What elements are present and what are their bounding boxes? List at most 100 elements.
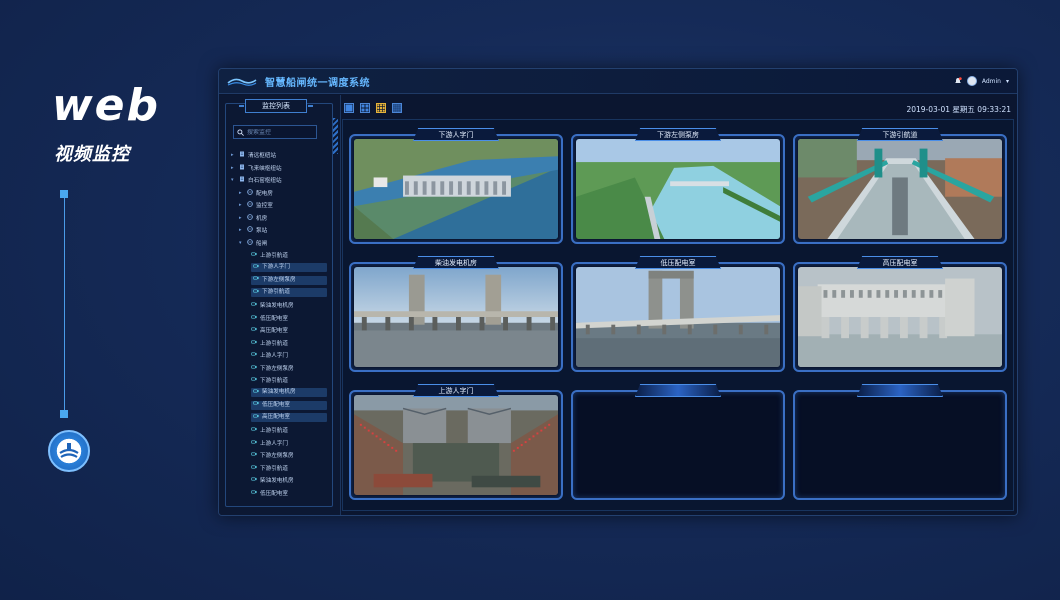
video-feed[interactable]	[576, 395, 780, 495]
ship-logo-icon	[59, 443, 79, 458]
tree-item[interactable]: ▸ 监控室	[231, 199, 329, 212]
video-cell[interactable]: 柴油发电机房	[349, 256, 563, 372]
tree-item[interactable]: 上游人字门	[231, 437, 329, 450]
layout-3x3-button[interactable]	[376, 103, 386, 113]
tree-item[interactable]: 下游左侧泵房	[231, 274, 329, 287]
tree-item-label: 上游人字门	[260, 353, 288, 360]
avatar[interactable]	[966, 76, 977, 86]
tree-item-label: 高压配电室	[262, 414, 290, 421]
tree-item-content: 下游引航道	[251, 464, 288, 472]
tree-item-label: 上游引航道	[260, 340, 288, 347]
globe-icon	[247, 201, 253, 209]
tree-item-label: 下游左侧泵房	[262, 276, 296, 283]
chevron-right-icon[interactable]: ▸	[231, 152, 236, 158]
tree-item-content: 上游引航道	[251, 339, 288, 347]
tree-item[interactable]: ▸ 飞来峡枢纽站	[231, 162, 329, 175]
video-label: 下游左侧泵房	[635, 128, 721, 141]
camera-icon	[251, 339, 257, 347]
video-cell[interactable]: 低压配电室	[571, 256, 785, 372]
chevron-right-icon[interactable]: ▸	[239, 215, 244, 221]
tree-item[interactable]: ▾ 船闸	[231, 237, 329, 250]
video-feed[interactable]	[576, 139, 780, 239]
video-feed[interactable]	[576, 267, 780, 367]
chevron-right-icon[interactable]: ▸	[239, 227, 244, 233]
tree-item[interactable]: 低压配电室	[231, 312, 329, 325]
tree-item[interactable]: 柴油发电机房	[231, 474, 329, 487]
tree-item[interactable]: 下游引航道	[231, 287, 329, 300]
tree-item[interactable]: 下游人字门	[231, 262, 329, 275]
tree-item[interactable]: 下游左侧泵房	[231, 449, 329, 462]
tree-item-label: 柴油发电机房	[262, 389, 296, 396]
video-feed[interactable]	[354, 395, 558, 495]
tree-item[interactable]: 低压配电室	[231, 487, 329, 500]
globe-icon	[247, 188, 253, 197]
video-feed[interactable]	[798, 267, 1002, 367]
tree-item[interactable]: ▸ 清远枢纽站	[231, 149, 329, 162]
chevron-right-icon[interactable]: ▸	[231, 165, 236, 171]
video-label: 低压配电室	[635, 256, 721, 269]
video-cell[interactable]: 上游人字门	[349, 384, 563, 500]
showcase-subtitle: 视频监控	[54, 144, 130, 165]
chevron-down-icon[interactable]: ▾	[239, 240, 244, 246]
tree-item[interactable]: 下游引航道	[231, 374, 329, 387]
tree-item[interactable]: 低压配电室	[231, 399, 329, 412]
camera-icon	[251, 426, 257, 434]
tree-item[interactable]: ▸ 机房	[231, 212, 329, 225]
video-feed[interactable]	[354, 267, 558, 367]
grid-3x3-icon	[377, 104, 385, 112]
globe-icon	[247, 226, 253, 234]
tree-item[interactable]: ▸ 配电房	[231, 187, 329, 200]
search-icon	[237, 128, 244, 136]
chevron-down-icon[interactable]: ▾	[231, 177, 236, 183]
main-area: 2019-03-01 星期五 09:33:21 下游人字门 下游左侧泵房 下游引…	[342, 95, 1017, 515]
camera-icon	[251, 451, 257, 459]
tree-item-label: 监控室	[256, 203, 273, 210]
layout-2x2-button[interactable]	[360, 103, 370, 113]
chevron-right-icon[interactable]: ▸	[239, 202, 244, 208]
layout-1x1-button[interactable]	[344, 103, 354, 113]
video-cell[interactable]: 下游左侧泵房	[571, 128, 785, 244]
username[interactable]: Admin	[982, 78, 1001, 85]
tree-item[interactable]: ▾ 白石窑枢纽站	[231, 174, 329, 187]
tree-item-content: 上游引航道	[251, 251, 288, 259]
tree-item-content: 监控室	[247, 201, 273, 209]
search-box[interactable]	[233, 125, 317, 139]
tree-item[interactable]: 柴油发电机房	[231, 387, 329, 400]
video-cell[interactable]: 下游引航道	[793, 128, 1007, 244]
tree-item[interactable]: 上游引航道	[231, 424, 329, 437]
video-cell[interactable]: 高压配电室	[793, 256, 1007, 372]
sidebar-heading: 监控列表	[239, 99, 313, 113]
tree-item[interactable]: 下游引航道	[231, 462, 329, 475]
tree-item-content: 下游人字门	[251, 263, 327, 273]
tree-item-label: 低压配电室	[262, 401, 290, 408]
bell-icon[interactable]	[954, 77, 962, 85]
tree-item[interactable]: ▸ 泵站	[231, 224, 329, 237]
tree-item[interactable]: 上游人字门	[231, 349, 329, 362]
tree-item[interactable]: 高压配电室	[231, 324, 329, 337]
tree-item[interactable]: 上游引航道	[231, 249, 329, 262]
tree-item-content: 配电房	[247, 188, 273, 197]
video-feed[interactable]	[798, 139, 1002, 239]
tree-item-label: 下游引航道	[262, 289, 290, 296]
video-label	[635, 384, 721, 397]
tree-item[interactable]: 高压配电室	[231, 412, 329, 425]
tree-item[interactable]: 下游左侧泵房	[231, 362, 329, 375]
empty-video-slot[interactable]	[793, 384, 1007, 500]
video-cell[interactable]: 下游人字门	[349, 128, 563, 244]
tree-item-content: 低压配电室	[251, 400, 327, 410]
tree-item-label: 上游引航道	[260, 253, 288, 260]
search-input[interactable]	[247, 128, 313, 136]
video-label: 高压配电室	[857, 256, 943, 269]
camera-icon	[253, 388, 259, 398]
chevron-down-icon[interactable]: ▾	[1006, 78, 1009, 85]
chevron-right-icon[interactable]: ▸	[239, 190, 244, 196]
tree-item[interactable]: 柴油发电机房	[231, 299, 329, 312]
grid-4x4-icon	[393, 104, 401, 112]
tree-item-content: 飞来峡枢纽站	[239, 164, 282, 172]
empty-video-slot[interactable]	[571, 384, 785, 500]
tree-item-label: 柴油发电机房	[260, 303, 294, 310]
video-feed[interactable]	[798, 395, 1002, 495]
video-feed[interactable]	[354, 139, 558, 239]
layout-4x4-button[interactable]	[392, 103, 402, 113]
tree-item[interactable]: 上游引航道	[231, 337, 329, 350]
